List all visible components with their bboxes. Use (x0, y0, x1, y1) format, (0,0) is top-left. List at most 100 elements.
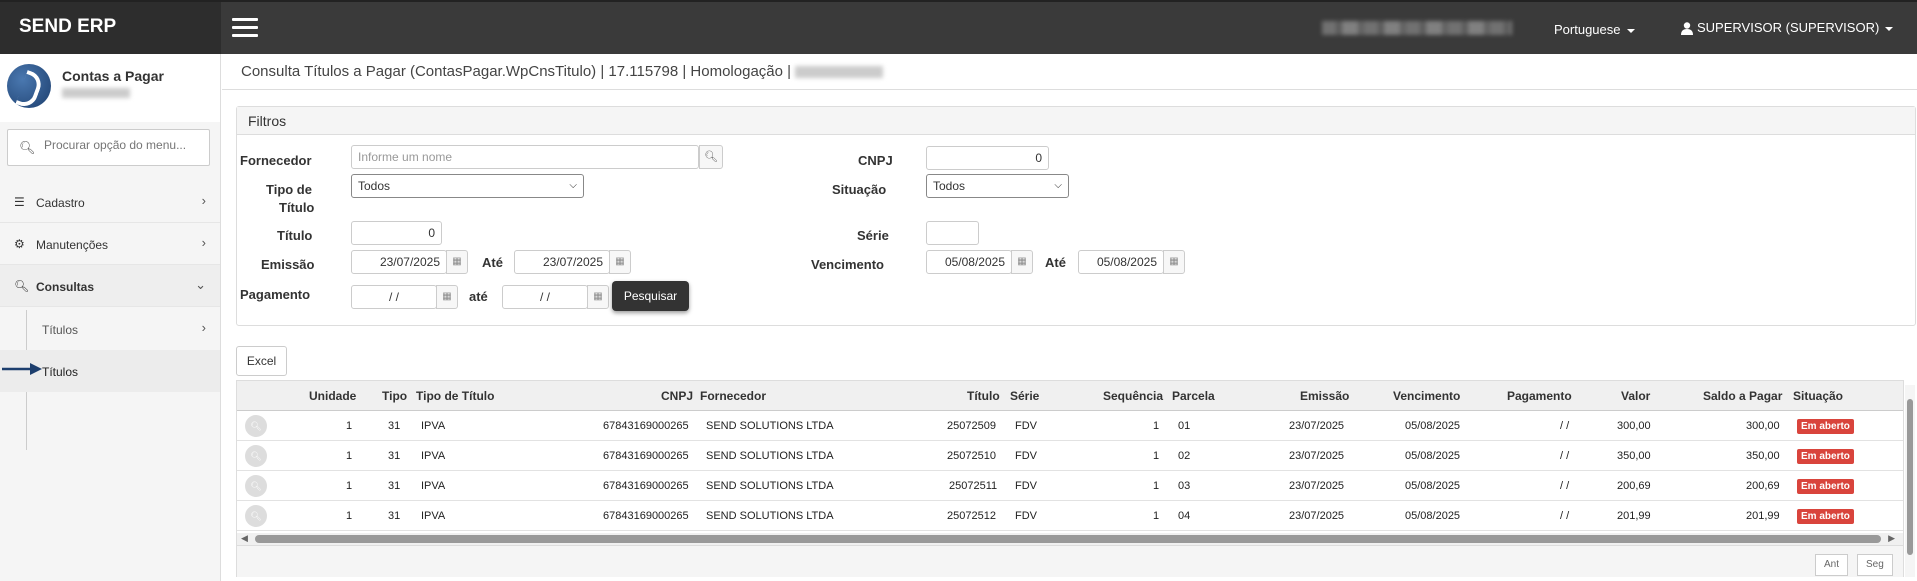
prev-page-button[interactable]: Ant (1815, 554, 1849, 576)
excel-button[interactable]: Excel (236, 346, 287, 376)
calendar-icon[interactable]: ▦ (1011, 250, 1033, 274)
cell-serie: FDV (1015, 480, 1037, 492)
calendar-icon[interactable]: ▦ (609, 250, 631, 274)
pagamento-to-input[interactable]: / / (502, 285, 588, 309)
top-navbar: SEND ERP Portuguese SUPERVISOR (SUPERVIS… (0, 0, 1917, 54)
cell-sequencia: 1 (1153, 420, 1160, 432)
pesquisar-button[interactable]: Pesquisar (612, 281, 689, 311)
cell-pagamento: / / (1560, 450, 1570, 462)
cnpj-input[interactable]: 0 (926, 146, 1049, 170)
cell-cnpj: 67843169000265 (603, 420, 689, 432)
col-situacao[interactable]: Situação (1793, 389, 1843, 403)
view-icon[interactable]: 🔍︎ (245, 505, 267, 527)
emissao-from-input[interactable]: 23/07/2025 (351, 250, 447, 274)
calendar-icon[interactable]: ▦ (436, 285, 458, 309)
results-grid: Unidade Tipo Tipo de Título CNPJ Fornece… (236, 380, 1904, 577)
scroll-left-icon[interactable]: ◀ (241, 533, 248, 544)
emissao-to-input[interactable]: 23/07/2025 (514, 250, 610, 274)
chevron-down-icon (1885, 26, 1894, 31)
sidebar-item-label: Manutenções (36, 238, 109, 252)
calendar-icon[interactable]: ▦ (1163, 250, 1185, 274)
divider (222, 89, 1917, 90)
cell-vencimento: 05/08/2025 (1405, 510, 1461, 522)
cell-emissao: 23/07/2025 (1289, 450, 1345, 462)
scroll-thumb[interactable] (255, 535, 1881, 543)
col-valor[interactable]: Valor (1621, 389, 1650, 403)
situacao-select[interactable]: Todos ⌵ (926, 174, 1069, 198)
col-serie[interactable]: Série (1010, 389, 1039, 403)
next-page-button[interactable]: Seg (1857, 554, 1893, 576)
scroll-right-icon[interactable]: ▶ (1888, 533, 1895, 544)
menu-search-input[interactable] (44, 138, 204, 152)
tipo-select-value: Todos (358, 179, 391, 193)
cell-serie: FDV (1015, 420, 1037, 432)
col-titulo[interactable]: Título (967, 389, 1000, 403)
calendar-icon[interactable]: ▦ (446, 250, 468, 274)
col-pagamento[interactable]: Pagamento (1507, 389, 1572, 403)
pagamento-ate-label: até (469, 289, 488, 304)
pagamento-label: Pagamento (240, 287, 311, 302)
view-icon[interactable]: 🔍︎ (245, 415, 267, 437)
sidebar-item-manutencoes[interactable]: ⚙ Manutenções › (0, 223, 220, 265)
sidebar-item-label: Consultas (36, 280, 95, 294)
menu-toggle-icon[interactable] (232, 18, 258, 38)
serie-input[interactable] (926, 221, 979, 245)
language-dropdown[interactable]: Portuguese (1554, 22, 1635, 37)
view-icon[interactable]: 🔍︎ (245, 475, 267, 497)
vencimento-to-input[interactable]: 05/08/2025 (1078, 250, 1164, 274)
view-icon[interactable]: 🔍︎ (245, 445, 267, 467)
status-badge: Em aberto (1797, 479, 1854, 494)
col-emissao[interactable]: Emissão (1300, 389, 1349, 403)
cell-vencimento: 05/08/2025 (1405, 420, 1461, 432)
table-row[interactable]: 🔍︎ 1 31 IPVA 67843169000265 SEND SOLUTIO… (237, 471, 1903, 501)
brand-logo[interactable]: SEND ERP (0, 2, 221, 54)
list-icon: ☰ (14, 195, 25, 209)
sidebar-subitem-titulos-group[interactable]: Títulos › (0, 308, 220, 350)
fornecedor-input[interactable]: Informe um nome (351, 145, 699, 169)
col-unidade[interactable]: Unidade (309, 389, 356, 403)
sidebar-item-label: Cadastro (36, 196, 85, 210)
col-tipo-titulo[interactable]: Tipo de Título (416, 389, 494, 403)
col-parcela[interactable]: Parcela (1172, 389, 1215, 403)
tipo-label-1: Tipo de (266, 182, 312, 197)
status-badge: Em aberto (1797, 509, 1854, 524)
cell-vencimento: 05/08/2025 (1405, 480, 1461, 492)
titulo-input[interactable]: 0 (351, 221, 442, 245)
fornecedor-search-button[interactable]: 🔍︎ (699, 145, 723, 169)
table-row[interactable]: 🔍︎ 1 31 IPVA 67843169000265 SEND SOLUTIO… (237, 441, 1903, 471)
cell-titulo: 25072510 (947, 450, 996, 462)
horizontal-scrollbar[interactable]: ◀ ▶ (237, 533, 1903, 545)
calendar-icon[interactable]: ▦ (587, 285, 609, 309)
col-sequencia[interactable]: Sequência (1103, 389, 1163, 403)
cell-tipo: 31 (388, 450, 401, 462)
cell-titulo: 25072509 (947, 420, 996, 432)
cell-valor: 300,00 (1617, 420, 1651, 432)
col-vencimento[interactable]: Vencimento (1393, 389, 1460, 403)
cell-fornecedor: SEND SOLUTIONS LTDA (706, 510, 834, 522)
cell-sequencia: 1 (1153, 480, 1160, 492)
chevron-right-icon: › (201, 320, 206, 335)
scroll-thumb[interactable] (1907, 399, 1913, 555)
vencimento-from-input[interactable]: 05/08/2025 (926, 250, 1012, 274)
cell-unidade: 1 (346, 510, 353, 522)
serie-label: Série (857, 228, 889, 243)
vertical-scrollbar[interactable] (1905, 385, 1915, 577)
cell-fornecedor: SEND SOLUTIONS LTDA (706, 450, 834, 462)
tipo-select[interactable]: Todos ⌵ (351, 174, 584, 198)
cell-tipo-titulo: IPVA (421, 510, 446, 522)
col-cnpj[interactable]: CNPJ (661, 389, 693, 403)
cell-serie: FDV (1015, 510, 1037, 522)
sidebar-item-consultas[interactable]: 🔍︎ Consultas ⌄ (0, 265, 220, 307)
cell-pagamento: / / (1560, 480, 1570, 492)
col-fornecedor[interactable]: Fornecedor (700, 389, 766, 403)
cell-saldo: 200,69 (1746, 480, 1780, 492)
table-row[interactable]: 🔍︎ 1 31 IPVA 67843169000265 SEND SOLUTIO… (237, 411, 1903, 441)
col-saldo[interactable]: Saldo a Pagar (1703, 389, 1782, 403)
cell-fornecedor: SEND SOLUTIONS LTDA (706, 480, 834, 492)
pagamento-from-input[interactable]: / / (351, 285, 437, 309)
sidebar-item-cadastro[interactable]: ☰ Cadastro › (0, 181, 220, 223)
col-tipo[interactable]: Tipo (382, 389, 407, 403)
table-row[interactable]: 🔍︎ 1 31 IPVA 67843169000265 SEND SOLUTIO… (237, 501, 1903, 531)
chevron-down-icon (1626, 28, 1635, 33)
user-menu[interactable]: SUPERVISOR (SUPERVISOR) (1681, 20, 1894, 36)
